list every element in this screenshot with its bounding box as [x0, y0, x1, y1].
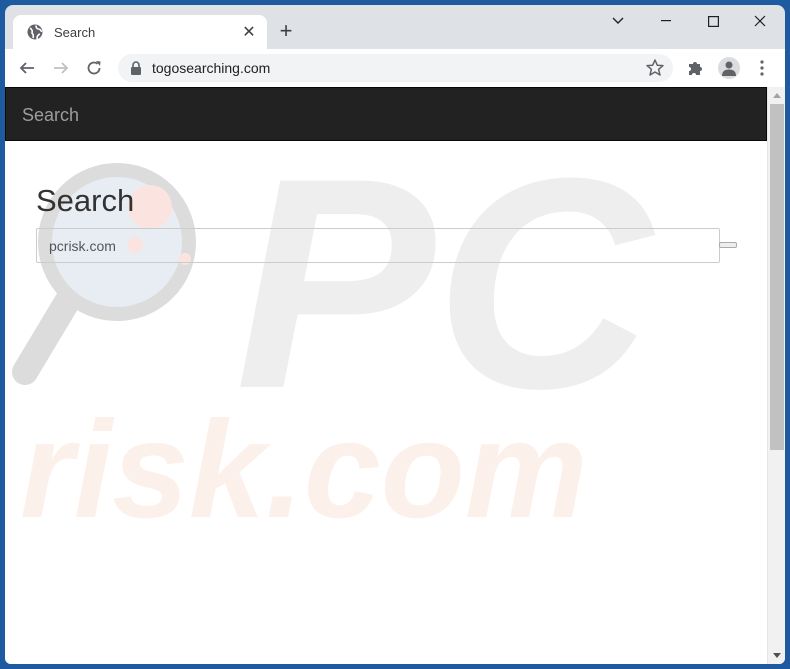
search-input[interactable]: [36, 228, 720, 263]
close-icon[interactable]: ✕: [239, 22, 259, 42]
browser-window: Search ✕ + togosearching.com PC risk.com…: [5, 5, 785, 664]
site-navbar: Search: [5, 87, 767, 141]
forward-arrow-icon[interactable]: [49, 56, 73, 80]
avatar[interactable]: [718, 57, 740, 79]
page-viewport: PC risk.com Search Search: [5, 87, 785, 664]
maximize-icon[interactable]: [698, 9, 728, 33]
minimize-icon[interactable]: [651, 9, 681, 33]
back-arrow-icon[interactable]: [15, 56, 39, 80]
vertical-scrollbar[interactable]: [767, 87, 785, 664]
reload-icon[interactable]: [82, 56, 106, 80]
tab-search-chevron-icon[interactable]: [603, 9, 633, 33]
url-text[interactable]: togosearching.com: [152, 60, 645, 76]
scroll-up-arrow-icon[interactable]: [768, 87, 785, 104]
menu-kebab-icon[interactable]: [750, 56, 774, 80]
tab-strip: Search ✕ +: [5, 5, 785, 49]
address-bar[interactable]: togosearching.com: [118, 54, 673, 82]
globe-icon: [27, 24, 43, 40]
watermark-risk-text: risk.com: [20, 393, 588, 547]
close-icon[interactable]: [745, 9, 775, 33]
scroll-thumb[interactable]: [770, 104, 784, 450]
plus-icon[interactable]: +: [275, 20, 297, 42]
scroll-down-arrow-icon[interactable]: [768, 647, 785, 664]
browser-toolbar: togosearching.com: [5, 49, 785, 87]
pcrisk-watermark: PC risk.com: [12, 115, 655, 547]
watermark-pc-text: PC: [235, 115, 655, 451]
page-title: Search: [36, 183, 135, 218]
extensions-puzzle-icon[interactable]: [684, 56, 708, 80]
tab-search[interactable]: Search ✕: [13, 15, 267, 49]
search-submit-button[interactable]: [719, 242, 737, 248]
navbar-brand-link[interactable]: Search: [22, 105, 79, 126]
profile-avatar-icon[interactable]: [717, 56, 741, 80]
tab-title: Search: [54, 24, 96, 40]
star-icon[interactable]: [645, 58, 665, 78]
lock-icon[interactable]: [130, 61, 142, 75]
